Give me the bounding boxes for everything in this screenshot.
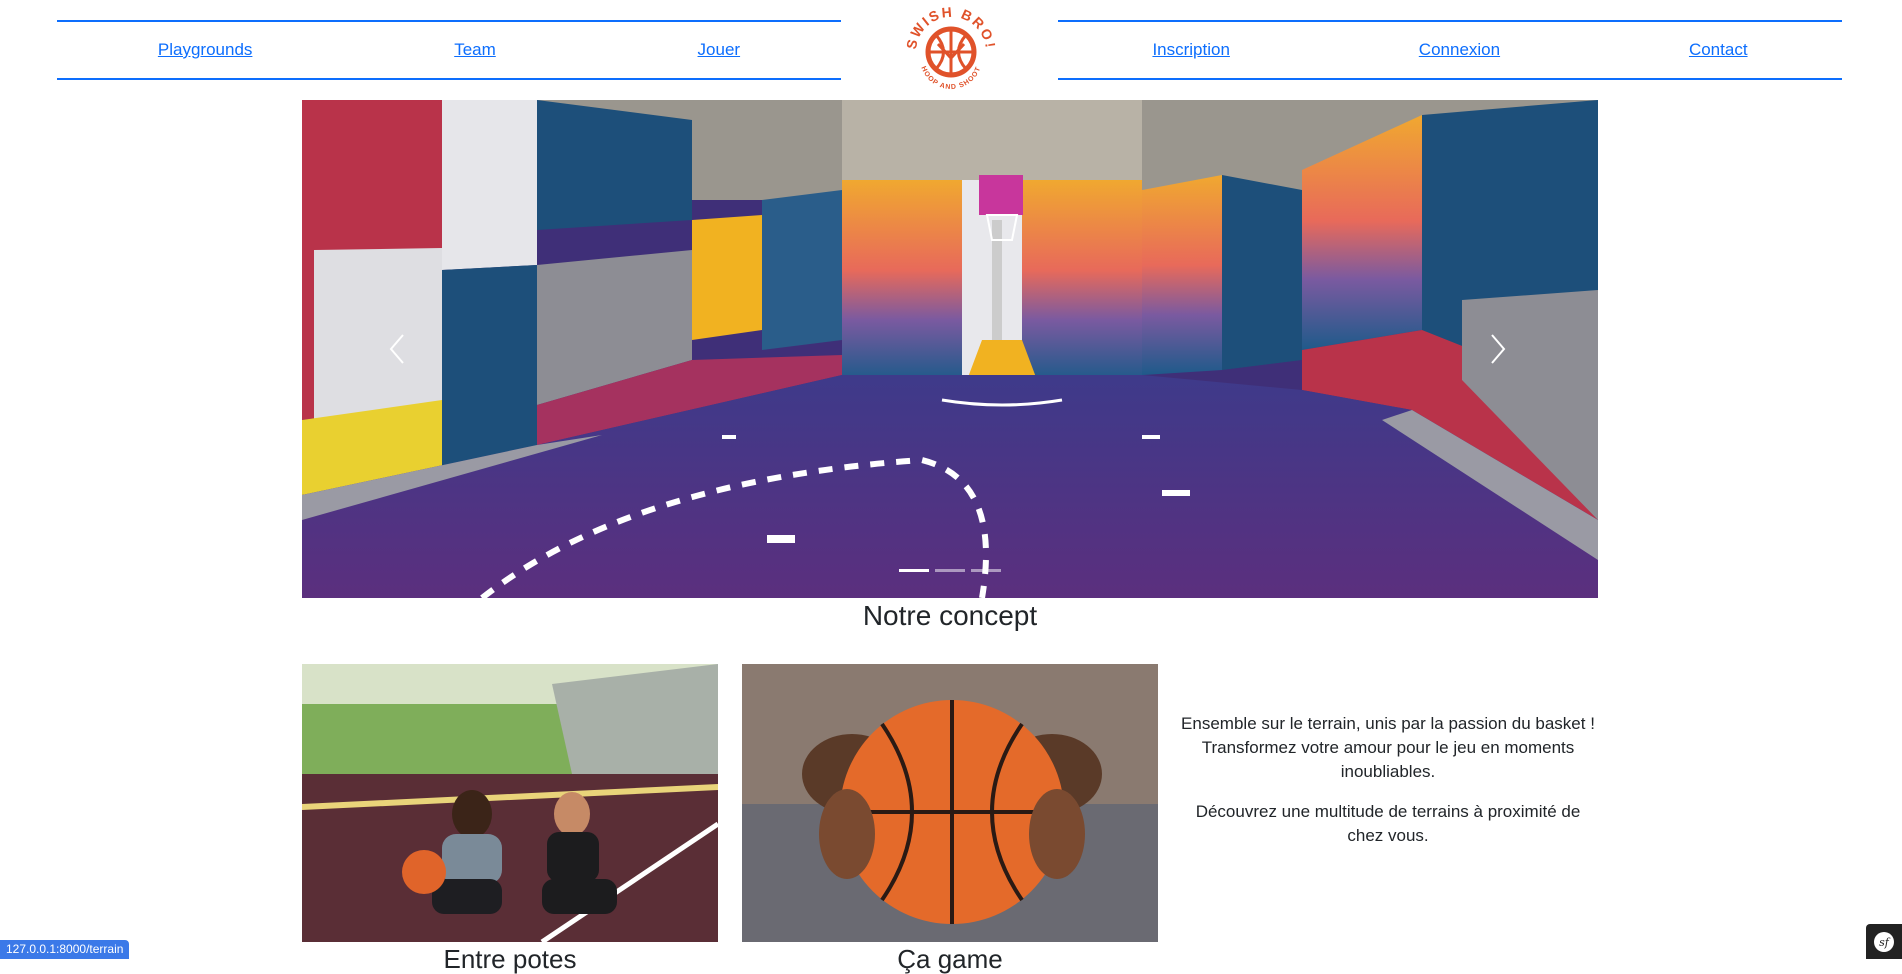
carousel-indicators bbox=[302, 569, 1598, 572]
card-title-entre-potes: Entre potes bbox=[443, 944, 577, 974]
ball-image bbox=[742, 664, 1158, 942]
concept-title: Notre concept bbox=[862, 600, 1038, 631]
nav-link-playgrounds[interactable]: Playgrounds bbox=[158, 40, 253, 60]
carousel-indicator[interactable] bbox=[899, 569, 929, 572]
nav-link-team[interactable]: Team bbox=[454, 40, 496, 60]
friends-image bbox=[302, 664, 718, 942]
card-title-ca-game: Ça game bbox=[897, 944, 1003, 974]
hero-carousel bbox=[302, 100, 1598, 598]
carousel-indicator[interactable] bbox=[935, 569, 965, 572]
concept-paragraph-2: Découvrez une multitude de terrains à pr… bbox=[1195, 802, 1581, 845]
symfony-toolbar-toggle[interactable]: sf bbox=[1866, 924, 1902, 959]
nav-link-jouer[interactable]: Jouer bbox=[698, 40, 741, 60]
brand-logo[interactable]: SWISH BRO! HOOP AND SHOOT bbox=[898, 0, 1004, 104]
browser-status-url: 127.0.0.1:8000/terrain bbox=[0, 940, 130, 959]
nav-left-group: Playgrounds Team Jouer bbox=[57, 20, 841, 80]
concept-text: Ensemble sur le terrain, unis par la pas… bbox=[1178, 712, 1598, 864]
carousel-indicator[interactable] bbox=[971, 569, 1001, 572]
concept-paragraph-1: Ensemble sur le terrain, unis par la pas… bbox=[1181, 714, 1595, 781]
nav-right-group: Inscription Connexion Contact bbox=[1058, 20, 1842, 80]
nav-link-connexion[interactable]: Connexion bbox=[1419, 40, 1500, 60]
chevron-right-icon bbox=[1491, 334, 1506, 364]
basketball-court-image bbox=[302, 100, 1598, 598]
chevron-left-icon bbox=[389, 334, 404, 364]
nav-link-contact[interactable]: Contact bbox=[1689, 40, 1748, 60]
nav-link-inscription[interactable]: Inscription bbox=[1152, 40, 1229, 60]
carousel-next-button[interactable] bbox=[1478, 328, 1518, 370]
basketball-logo-icon: SWISH BRO! HOOP AND SHOOT bbox=[903, 4, 997, 91]
carousel-prev-button[interactable] bbox=[377, 328, 417, 370]
symfony-icon: sf bbox=[1874, 931, 1894, 952]
